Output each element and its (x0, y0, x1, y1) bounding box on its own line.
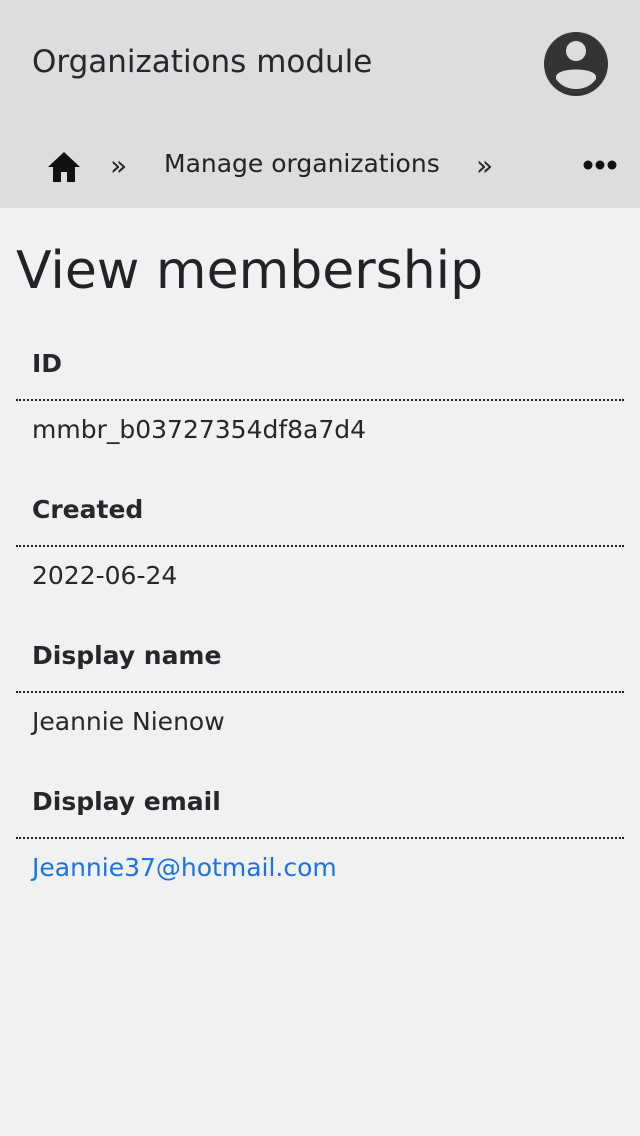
app-header: Organizations module » Manage organizati… (0, 0, 640, 208)
field-value-created: 2022-06-24 (32, 561, 178, 590)
field-label: Display email (32, 787, 221, 816)
field-label: Created (32, 495, 144, 524)
email-link[interactable]: Jeannie37@hotmail.com (32, 850, 337, 886)
app-title: Organizations module (32, 44, 373, 80)
divider (16, 691, 624, 693)
field-label: ID (32, 349, 63, 378)
divider (16, 399, 624, 401)
breadcrumb-manage-organizations[interactable]: Manage organizations (164, 146, 440, 182)
field-value-id: mmbr_b03727354df8a7d4 (32, 415, 367, 444)
more-horizontal-icon[interactable] (580, 150, 620, 180)
divider (16, 837, 624, 839)
account-circle-icon[interactable] (544, 32, 608, 96)
breadcrumb-separator: » (476, 149, 494, 182)
breadcrumb-separator: » (110, 149, 128, 182)
field-value-display-name: Jeannie Nienow (32, 707, 225, 736)
breadcrumb: » Manage organizations » (0, 128, 640, 204)
divider (16, 545, 624, 547)
home-icon[interactable] (46, 150, 82, 184)
page-title: View membership (16, 241, 484, 301)
field-label: Display name (32, 641, 222, 670)
